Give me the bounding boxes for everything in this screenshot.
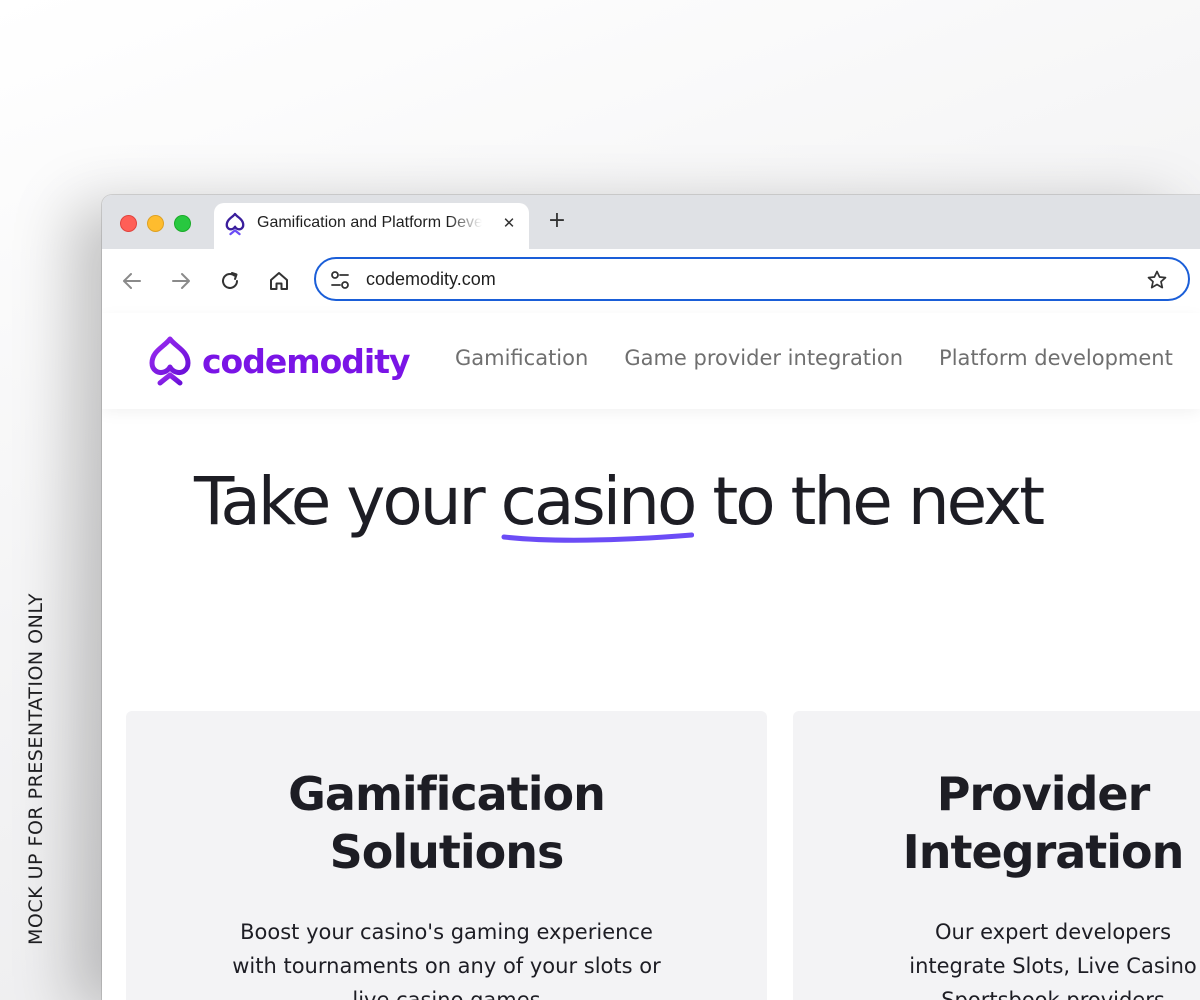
home-button[interactable] [266, 268, 292, 294]
arrow-right-icon [172, 273, 190, 289]
home-icon [270, 272, 288, 290]
browser-tab-active[interactable]: Gamification and Platform Development ✕ [214, 203, 529, 249]
hero-text-after: to the next [694, 463, 1045, 540]
hero-underline-stroke [501, 532, 694, 543]
card-text-line: integrate Slots, Live Casino [909, 954, 1197, 978]
browser-toolbar: codemodity.com [102, 249, 1200, 314]
card-title-line: Gamification [288, 767, 606, 821]
card-title: Gamification Solutions [126, 765, 767, 881]
site-settings-icon[interactable] [330, 270, 350, 290]
site-logo[interactable]: codemodity [146, 333, 411, 389]
card-text-line: with tournaments on any of your slots or [232, 954, 661, 978]
codemodity-favicon-icon [225, 212, 245, 236]
window-maximize-button[interactable] [174, 215, 191, 232]
web-page: codemodity Gamification Game provider in… [102, 313, 1200, 1000]
card-description: Boost your casino's gaming experience wi… [126, 915, 767, 1000]
reload-icon [222, 272, 238, 289]
back-button[interactable] [119, 268, 145, 294]
card-title-line: Provider [936, 767, 1151, 821]
new-tab-button[interactable]: + [545, 208, 569, 233]
hero-text-before: Take your [194, 463, 501, 540]
card-text-line: Boost your casino's gaming experience [240, 920, 653, 944]
card-text-line: Sportsbook providers [941, 988, 1165, 1000]
card-title-line: Solutions [329, 825, 565, 879]
address-bar[interactable]: codemodity.com [314, 257, 1190, 301]
tab-bar: Gamification and Platform Development ✕ … [102, 195, 1200, 249]
mockup-watermark-text: MOCK UP FOR PRESENTATION ONLY [25, 593, 47, 945]
mockup-watermark: MOCK UP FOR PRESENTATION ONLY [24, 560, 48, 980]
reload-button[interactable] [217, 268, 243, 294]
card-description: Our expert developers integrate Slots, L… [793, 915, 1200, 1000]
card-text-line: live casino games [352, 988, 541, 1000]
site-nav: Gamification Game provider integration P… [455, 346, 1200, 370]
card-title: Provider Integration [793, 765, 1200, 881]
url-text[interactable]: codemodity.com [366, 269, 496, 290]
tab-title: Gamification and Platform Development [257, 214, 482, 231]
forward-button[interactable] [168, 268, 194, 294]
window-close-button[interactable] [120, 215, 137, 232]
logo-text: codemodity [202, 341, 411, 381]
hero-highlight: casino [501, 463, 697, 543]
spade-logo-icon [149, 336, 191, 386]
card-title-line: Integration [902, 825, 1185, 879]
bookmark-star-icon[interactable] [1146, 269, 1168, 291]
close-icon[interactable]: ✕ [499, 213, 519, 233]
feature-card-gamification: Gamification Solutions Boost your casino… [126, 711, 767, 1000]
feature-card-provider-integration: Provider Integration Our expert develope… [793, 711, 1200, 1000]
nav-link-game-provider-integration[interactable]: Game provider integration [624, 346, 903, 370]
nav-link-gamification[interactable]: Gamification [455, 346, 588, 370]
site-header: codemodity Gamification Game provider in… [102, 313, 1200, 409]
card-text-line: Our expert developers [934, 920, 1172, 944]
browser-window: Gamification and Platform Development ✕ … [102, 195, 1200, 1000]
arrow-left-icon [123, 273, 141, 289]
hero-heading: Take your casino to the next [194, 463, 1045, 543]
nav-link-platform-development[interactable]: Platform development [939, 346, 1173, 370]
window-minimize-button[interactable] [147, 215, 164, 232]
